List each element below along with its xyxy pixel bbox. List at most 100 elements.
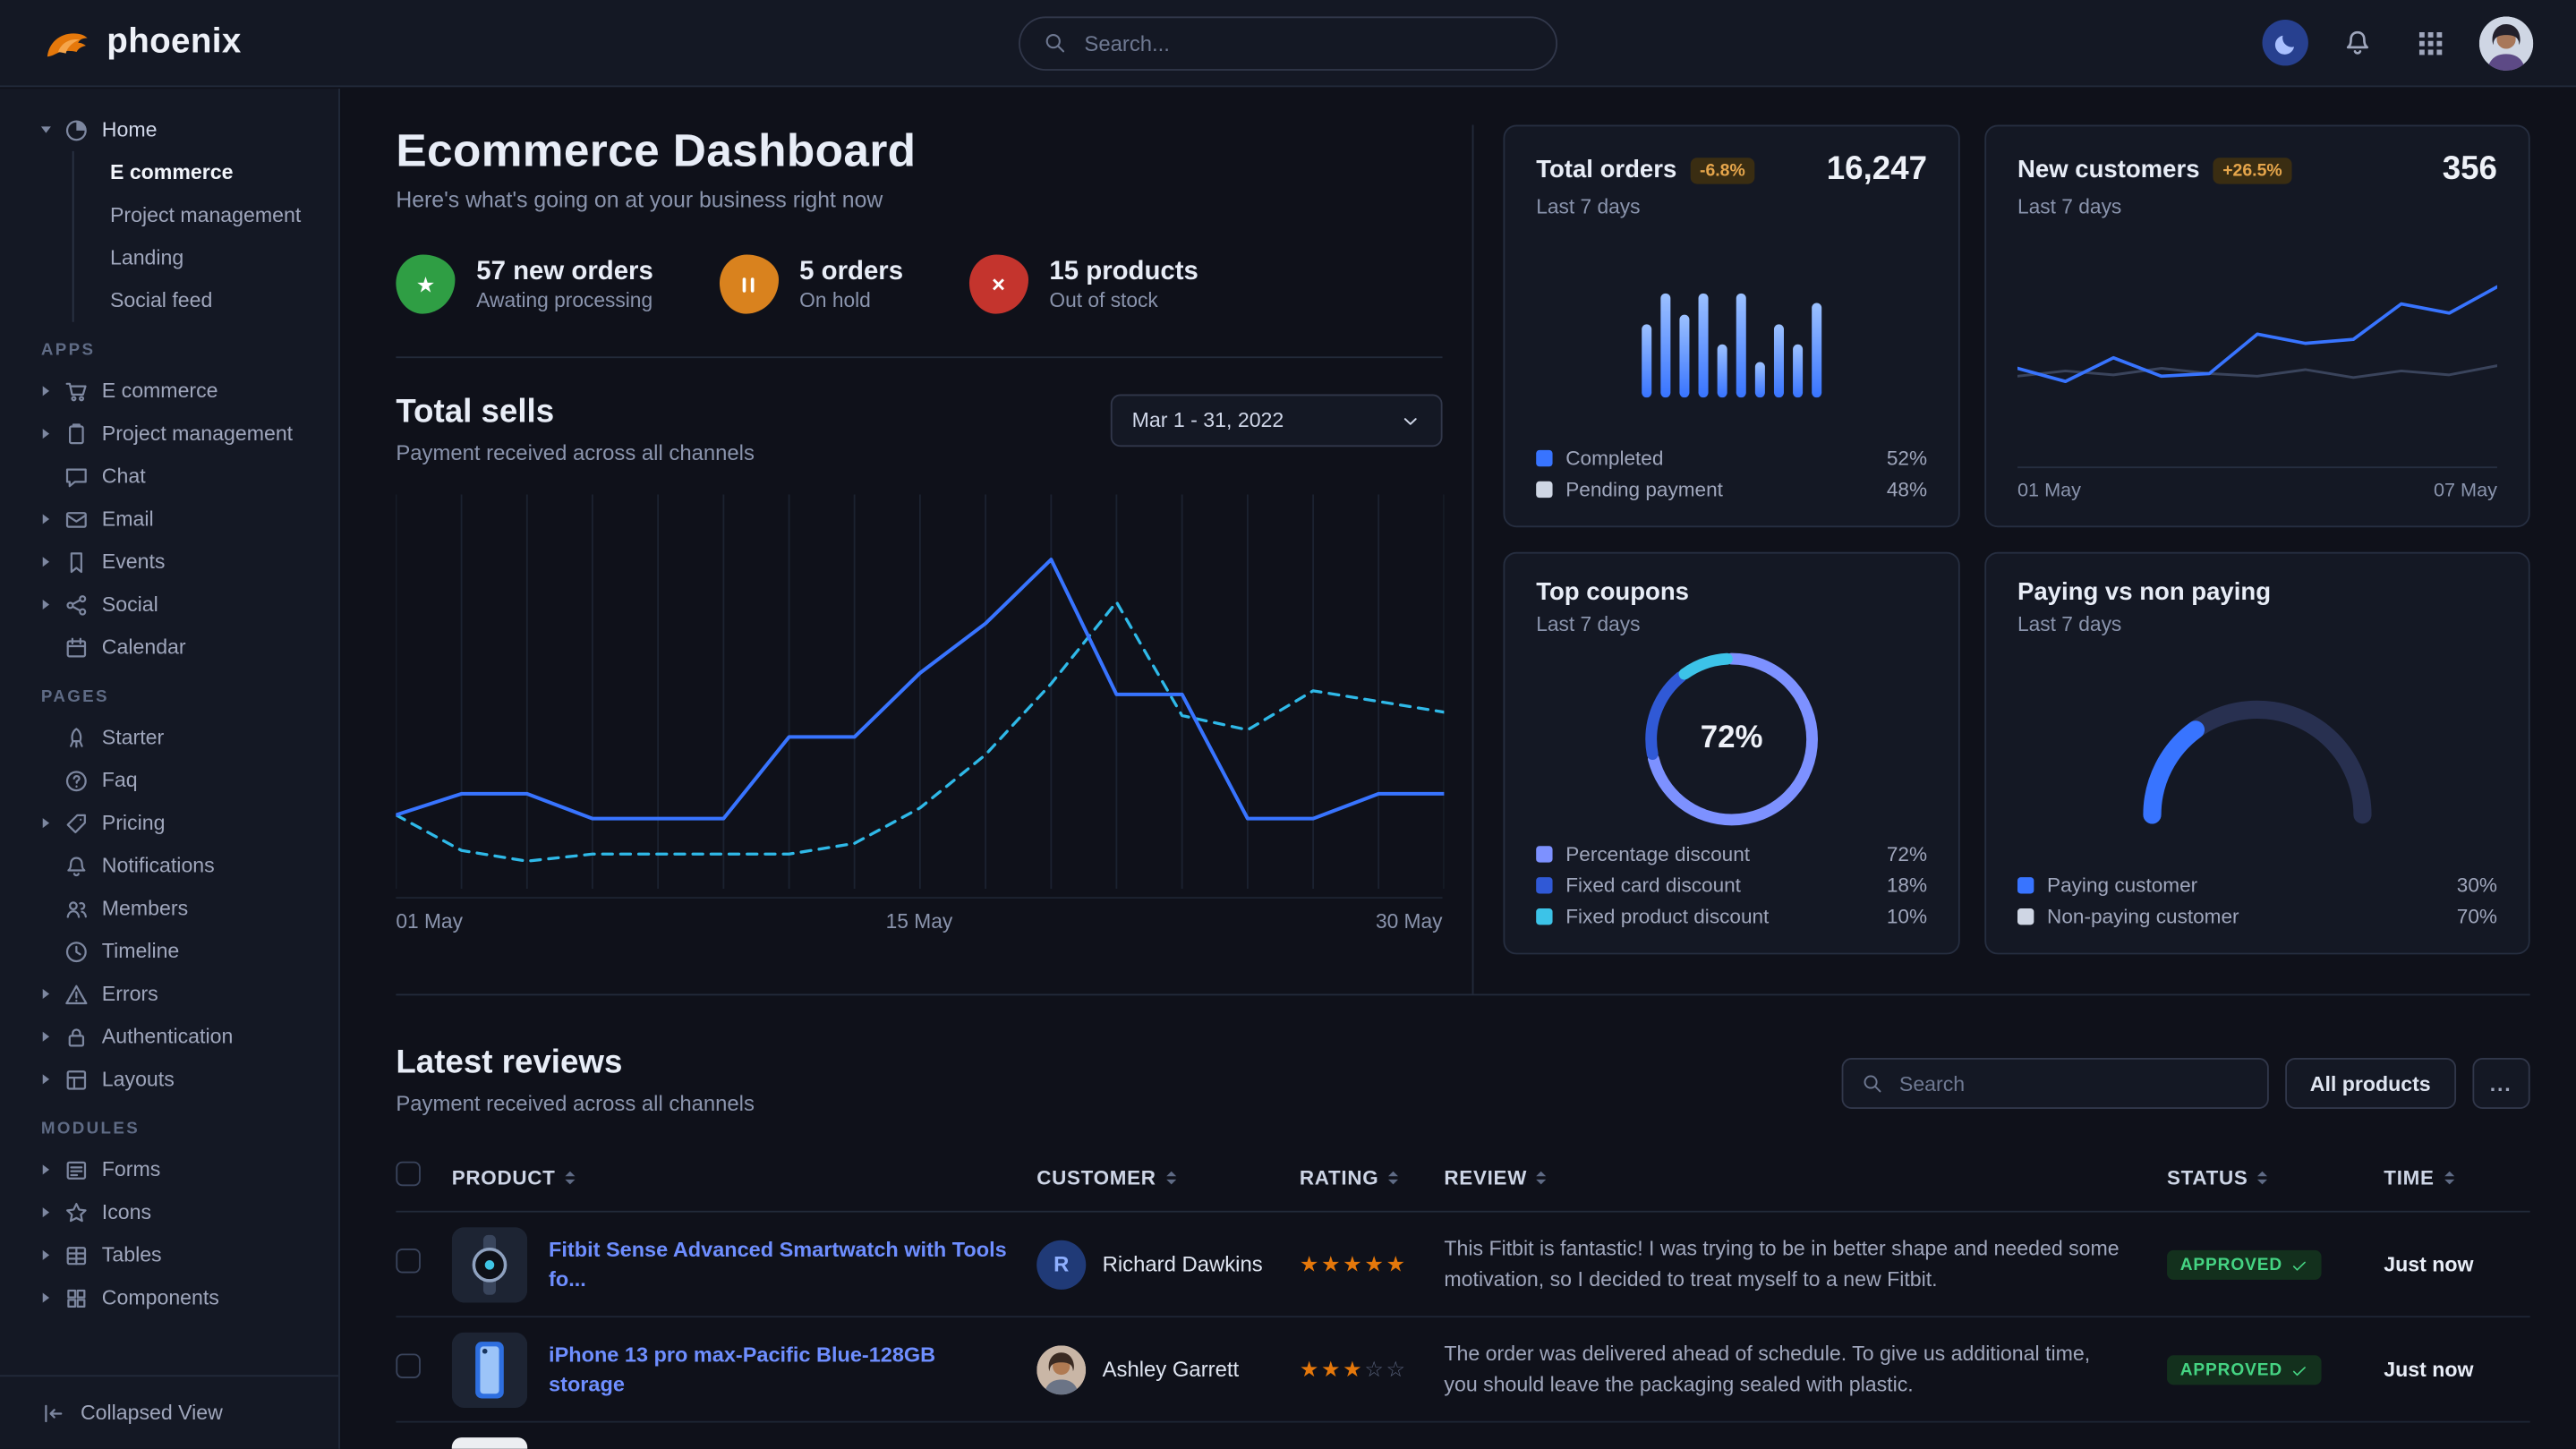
sidebar-subitem-ecommerce[interactable]: E commerce bbox=[74, 151, 339, 194]
legend-row: Fixed card discount 18% bbox=[1536, 874, 1927, 897]
sidebar: Home E commerce Project management Landi… bbox=[0, 89, 340, 1449]
product-link[interactable]: Fitbit Sense Advanced Smartwatch with To… bbox=[549, 1236, 1011, 1292]
sidebar-item-starter[interactable]: Starter bbox=[0, 716, 338, 759]
caret-right-icon bbox=[43, 515, 49, 524]
column-header-status[interactable]: STATUS bbox=[2167, 1166, 2384, 1189]
apps-grid-button[interactable] bbox=[2407, 27, 2454, 58]
product-link[interactable]: iPhone 13 pro max-Pacific Blue-128GB sto… bbox=[549, 1341, 1011, 1397]
sidebar-item-events[interactable]: Events bbox=[0, 541, 338, 584]
trend-badge: +26.5% bbox=[2213, 157, 2292, 183]
main-content: Ecommerce Dashboard Here's what's going … bbox=[342, 89, 2576, 1449]
card-period: Last 7 days bbox=[1536, 613, 1927, 636]
legend-swatch bbox=[1536, 482, 1552, 498]
dashboard-left-column: Ecommerce Dashboard Here's what's going … bbox=[396, 124, 1473, 993]
theme-toggle-button[interactable] bbox=[2262, 20, 2307, 65]
total-sells-x-axis: 01 May 15 May 30 May bbox=[396, 910, 1442, 933]
sidebar-subitem-social-feed[interactable]: Social feed bbox=[74, 279, 339, 322]
check-icon bbox=[2290, 1361, 2308, 1379]
bell-icon bbox=[2342, 28, 2372, 57]
review-text: The order was delivered ahead of schedul… bbox=[1444, 1339, 2167, 1399]
sidebar-item-project-management[interactable]: Project management bbox=[0, 413, 338, 456]
sidebar-item-pricing[interactable]: Pricing bbox=[0, 802, 338, 845]
sidebar-item-label: Calendar bbox=[102, 635, 186, 659]
legend-label: Non-paying customer bbox=[2047, 905, 2239, 928]
sidebar-item-members[interactable]: Members bbox=[0, 887, 338, 930]
sidebar-item-errors[interactable]: Errors bbox=[0, 973, 338, 1016]
user-avatar[interactable] bbox=[2479, 15, 2534, 70]
sidebar-item-home[interactable]: Home bbox=[0, 108, 338, 151]
caret-right-icon bbox=[43, 429, 49, 439]
sidebar-item-label: Forms bbox=[102, 1158, 161, 1181]
row-checkbox[interactable] bbox=[396, 1248, 421, 1273]
sidebar-subitem-project-management[interactable]: Project management bbox=[74, 194, 339, 237]
moon-icon bbox=[2273, 30, 2298, 55]
sidebar-item-forms[interactable]: Forms bbox=[0, 1148, 338, 1191]
star-icon: ★ bbox=[1343, 1251, 1364, 1276]
sidebar-item-icons[interactable]: Icons bbox=[0, 1191, 338, 1234]
product-thumbnail[interactable] bbox=[452, 1436, 527, 1449]
column-header-customer[interactable]: CUSTOMER bbox=[1036, 1166, 1300, 1189]
sidebar-item-label: Starter bbox=[102, 726, 164, 749]
sidebar-item-authentication[interactable]: Authentication bbox=[0, 1015, 338, 1058]
sidebar-item-ecommerce[interactable]: E commerce bbox=[0, 370, 338, 413]
sidebar-item-calendar[interactable]: Calendar bbox=[0, 626, 338, 669]
legend-row: Paying customer 30% bbox=[2017, 874, 2497, 897]
brand[interactable]: phoenix bbox=[43, 18, 1019, 67]
collapsed-view-toggle[interactable]: Collapsed View bbox=[0, 1375, 338, 1449]
sidebar-item-social[interactable]: Social bbox=[0, 584, 338, 626]
select-all-checkbox[interactable] bbox=[396, 1162, 421, 1187]
sidebar-section-apps: APPS bbox=[0, 342, 338, 360]
customer-avatar: R bbox=[1036, 1240, 1086, 1289]
column-header-product[interactable]: PRODUCT bbox=[452, 1166, 1036, 1189]
more-options-button[interactable]: ... bbox=[2472, 1058, 2530, 1109]
column-header-review[interactable]: REVIEW bbox=[1444, 1166, 2167, 1189]
customer-cell: R Richard Dawkins bbox=[1036, 1240, 1300, 1289]
legend-swatch bbox=[2017, 908, 2034, 925]
sidebar-item-chat[interactable]: Chat bbox=[0, 455, 338, 498]
product-thumbnail[interactable] bbox=[452, 1332, 527, 1407]
users-icon bbox=[64, 896, 90, 921]
total-orders-chart bbox=[1536, 218, 1927, 447]
star-icon: ★ bbox=[1343, 1356, 1364, 1381]
legend-label: Fixed card discount bbox=[1565, 874, 1741, 897]
lock-icon bbox=[64, 1024, 90, 1049]
sidebar-item-label: Project management bbox=[110, 204, 301, 227]
legend-swatch bbox=[1536, 450, 1552, 466]
total-orders-card: Total orders -6.8% 16,247 Last 7 days Co… bbox=[1503, 124, 1959, 527]
latest-reviews-title: Latest reviews bbox=[396, 1044, 755, 1082]
sidebar-item-label: Faq bbox=[102, 769, 138, 792]
date-range-select[interactable]: Mar 1 - 31, 2022 bbox=[1111, 395, 1443, 447]
global-search-input[interactable] bbox=[1081, 29, 1533, 56]
star-icon: ☆ bbox=[1386, 1356, 1407, 1381]
sidebar-item-tables[interactable]: Tables bbox=[0, 1233, 338, 1276]
row-checkbox[interactable] bbox=[396, 1353, 421, 1378]
legend-label: Pending payment bbox=[1565, 478, 1723, 501]
legend-label: Percentage discount bbox=[1565, 843, 1750, 866]
sidebar-item-label: Social bbox=[102, 593, 158, 617]
product-thumbnail[interactable] bbox=[452, 1226, 527, 1301]
all-products-button[interactable]: All products bbox=[2285, 1058, 2455, 1109]
sidebar-item-email[interactable]: Email bbox=[0, 498, 338, 541]
reviews-search-input[interactable] bbox=[1896, 1070, 2249, 1096]
total-sells-title: Total sells bbox=[396, 395, 755, 432]
column-header-rating[interactable]: RATING bbox=[1300, 1166, 1445, 1189]
sidebar-item-timeline[interactable]: Timeline bbox=[0, 930, 338, 973]
sidebar-item-layouts[interactable]: Layouts bbox=[0, 1058, 338, 1101]
star-icon: ★ bbox=[1321, 1251, 1343, 1276]
sidebar-item-faq[interactable]: Faq bbox=[0, 759, 338, 802]
sidebar-subitem-landing[interactable]: Landing bbox=[74, 236, 339, 279]
column-header-time[interactable]: TIME bbox=[2384, 1166, 2531, 1189]
sidebar-item-label: Landing bbox=[110, 246, 183, 269]
pause-icon bbox=[719, 255, 778, 314]
sidebar-item-notifications[interactable]: Notifications bbox=[0, 844, 338, 887]
new-customers-x-axis: 01 May 07 May bbox=[2017, 466, 2497, 501]
sidebar-item-label: Icons bbox=[102, 1201, 151, 1224]
sidebar-item-components[interactable]: Components bbox=[0, 1276, 338, 1319]
trend-badge: -6.8% bbox=[1690, 157, 1755, 183]
notifications-button[interactable] bbox=[2333, 26, 2382, 59]
global-search[interactable] bbox=[1019, 15, 1557, 70]
sort-icon bbox=[566, 1172, 576, 1185]
kpi-cards: Total orders -6.8% 16,247 Last 7 days Co… bbox=[1473, 124, 2529, 993]
reviews-search[interactable] bbox=[1842, 1058, 2269, 1109]
reviews-table: PRODUCT CUSTOMER RATING REVIEW STATUS TI… bbox=[396, 1162, 2529, 1449]
